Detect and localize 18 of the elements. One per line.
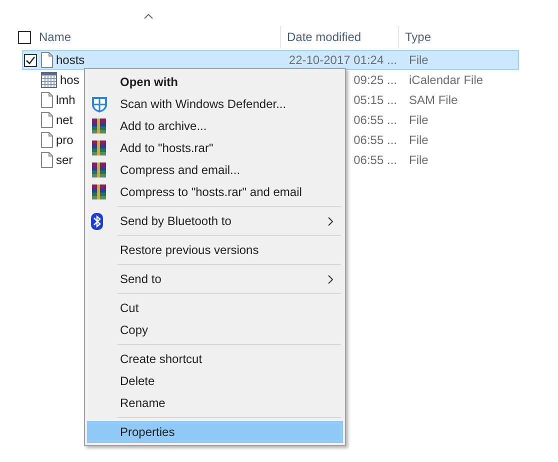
file-name: net (56, 113, 73, 127)
file-name: lmh (56, 93, 76, 107)
date-modified: 09:25 ... (352, 73, 398, 87)
date-modified: 06:55 ... (352, 113, 398, 127)
file-type: iCalendar File (408, 73, 484, 87)
file-type: File (408, 53, 430, 67)
file-type: SAM File (408, 93, 459, 107)
date-modified: 06:55 ... (352, 153, 398, 167)
file-type: File (408, 133, 430, 147)
file-name: hosts (56, 53, 85, 67)
file-name: ser (56, 153, 73, 167)
date-modified: 06:55 ... (352, 133, 398, 147)
file-type: File (408, 113, 430, 127)
file-name: pro (56, 133, 74, 147)
file-type: File (408, 153, 430, 167)
date-modified: 05:15 ... (352, 93, 398, 107)
file-name: hos (60, 73, 80, 87)
date-modified: 22-10-2017 01:24 ... (288, 53, 398, 67)
